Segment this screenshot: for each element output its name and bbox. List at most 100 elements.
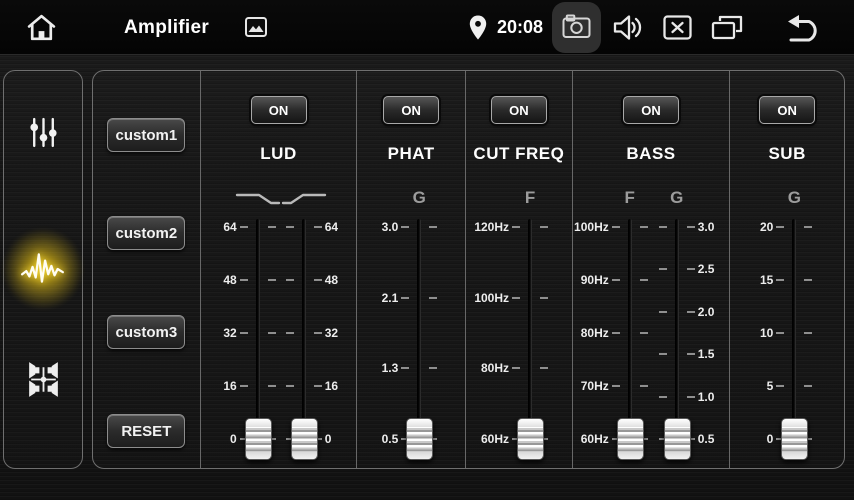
phat-slider-1-knob[interactable] — [406, 418, 433, 460]
recent-apps-button[interactable] — [710, 14, 744, 41]
lud-slider-1-knob[interactable] — [245, 418, 272, 460]
bass-slider-1-knob[interactable] — [617, 418, 644, 460]
tick-dash — [314, 279, 322, 281]
tick-label: 64 — [325, 219, 338, 235]
back-button[interactable] — [784, 13, 822, 43]
tick-dash — [240, 279, 248, 281]
gallery-button[interactable] — [245, 17, 267, 37]
lud-slider-1-track[interactable] — [256, 219, 260, 451]
tick-dash — [640, 332, 648, 334]
tick-dash — [612, 385, 620, 387]
sub-slider-1-track[interactable] — [792, 219, 796, 451]
sub-on-button[interactable]: ON — [759, 96, 815, 124]
lud-on-button[interactable]: ON — [251, 96, 307, 124]
tick-dash — [776, 279, 784, 281]
tick-dash — [659, 396, 667, 398]
tick-label: 1.3 — [382, 360, 399, 376]
tick-dash — [659, 226, 667, 228]
sidebar-item-sound-effects[interactable] — [15, 241, 71, 297]
preset-reset-button[interactable]: RESET — [107, 414, 185, 448]
bass-slider-2-track[interactable] — [675, 219, 679, 451]
channel-title: CUT FREQ — [466, 144, 572, 164]
channel-sub: ONSUBG20151050 — [730, 71, 844, 468]
lowpass-curve-icon — [235, 191, 281, 212]
phat-slider-1-track[interactable] — [417, 219, 421, 451]
back-arrow-icon — [784, 13, 822, 43]
tick-label: 48 — [325, 272, 338, 288]
tick-label: 1.0 — [698, 389, 715, 405]
tick-dash — [268, 332, 276, 334]
sub-slider-1-type-label: G — [788, 188, 801, 208]
preset-custom2-button[interactable]: custom2 — [107, 216, 185, 250]
tick-label: 90Hz — [581, 272, 609, 288]
cut-freq-slider-1-track[interactable] — [528, 219, 532, 451]
sub-slider-1-knob[interactable] — [781, 418, 808, 460]
tick-dash — [268, 279, 276, 281]
location-button[interactable] — [468, 14, 488, 41]
lud-slider-2-knob[interactable] — [291, 418, 318, 460]
tick-dash — [286, 332, 294, 334]
tick-dash — [659, 268, 667, 270]
tick-dash — [314, 226, 322, 228]
tick-label: 3.0 — [382, 219, 399, 235]
tick-label: 32 — [223, 325, 236, 341]
tick-dash — [804, 279, 812, 281]
preset-custom3-button[interactable]: custom3 — [107, 315, 185, 349]
tick-dash — [687, 311, 695, 313]
close-app-button[interactable] — [663, 15, 692, 40]
tick-dash — [687, 226, 695, 228]
tick-label: 80Hz — [581, 325, 609, 341]
tick-dash — [612, 226, 620, 228]
tick-dash — [429, 297, 437, 299]
tick-dash — [401, 297, 409, 299]
channel-title: BASS — [573, 144, 730, 164]
tick-dash — [640, 385, 648, 387]
volume-button[interactable] — [612, 13, 643, 42]
tick-label: 5 — [767, 378, 774, 394]
tick-dash — [314, 385, 322, 387]
tick-label: 120Hz — [474, 219, 509, 235]
phat-on-button[interactable]: ON — [383, 96, 439, 124]
amplifier-panel: custom1 custom2 custom3 RESET ON LUD 64 48 3… — [92, 70, 845, 469]
tick-dash — [401, 367, 409, 369]
tick-dash — [804, 332, 812, 334]
sidebar-item-equalizer[interactable] — [15, 106, 71, 162]
bass-slider-2-knob[interactable] — [664, 418, 691, 460]
bass-slider-2-type-label: G — [670, 188, 683, 208]
camera-button[interactable] — [552, 2, 601, 53]
home-button[interactable] — [25, 11, 58, 44]
tick-label: 20 — [760, 219, 773, 235]
tick-dash — [512, 226, 520, 228]
bass-slider-1-track[interactable] — [628, 219, 632, 451]
speaker-balance-icon — [23, 359, 64, 403]
tick-label: 64 — [223, 219, 236, 235]
tick-dash — [429, 226, 437, 228]
gallery-icon — [245, 17, 267, 37]
tick-dash — [659, 311, 667, 313]
tick-dash — [240, 385, 248, 387]
tick-dash — [314, 332, 322, 334]
tick-dash — [776, 226, 784, 228]
tick-label: 0 — [767, 431, 774, 447]
tick-dash — [540, 297, 548, 299]
tick-dash — [687, 268, 695, 270]
sidebar-item-speaker-balance[interactable] — [15, 353, 71, 409]
cut-freq-on-button[interactable]: ON — [491, 96, 547, 124]
channel-title: LUD — [201, 144, 357, 164]
tick-dash — [240, 226, 248, 228]
tick-dash — [804, 385, 812, 387]
tick-label: 70Hz — [581, 378, 609, 394]
bass-on-button[interactable]: ON — [623, 96, 679, 124]
tick-label: 15 — [760, 272, 773, 288]
tick-dash — [268, 385, 276, 387]
phat-slider-1-type-label: G — [413, 188, 426, 208]
tick-dash — [612, 332, 620, 334]
tick-label: 60Hz — [481, 431, 509, 447]
cut-freq-slider-1-knob[interactable] — [517, 418, 544, 460]
tick-label: 2.0 — [698, 304, 715, 320]
page-title: Amplifier — [124, 0, 209, 55]
lud-slider-2-track[interactable] — [302, 219, 306, 451]
tick-dash — [512, 297, 520, 299]
equalizer-icon — [27, 116, 60, 152]
preset-custom1-button[interactable]: custom1 — [107, 118, 185, 152]
